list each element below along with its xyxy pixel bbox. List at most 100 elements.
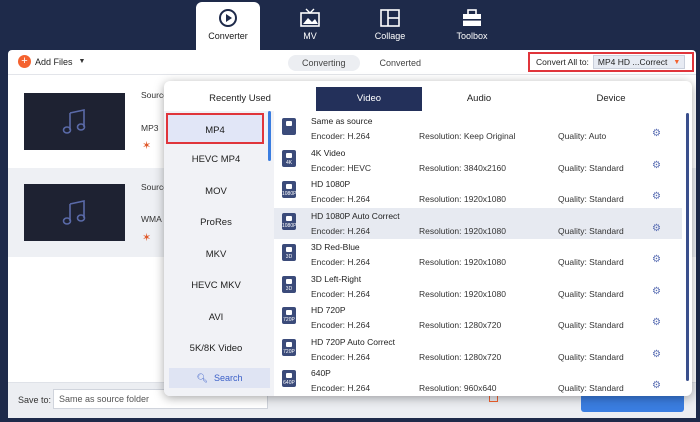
format-row[interactable]: Same as source Encoder: H.264 Resolution: … <box>274 113 682 144</box>
add-files-button[interactable]: + Add Files ▼ <box>18 55 85 68</box>
video-format-icon: 3D <box>282 275 296 293</box>
effects-icon[interactable]: ✶ <box>142 231 151 244</box>
mv-icon <box>300 8 320 27</box>
toolbox-icon <box>463 9 481 26</box>
format-encoder: Encoder: H.264 <box>311 257 371 267</box>
tab-device[interactable]: Device <box>536 87 686 111</box>
category-item[interactable]: HEVC MP4 <box>164 144 268 175</box>
save-to-label: Save to: <box>18 395 52 405</box>
tab-recently-used[interactable]: Recently Used <box>164 87 316 111</box>
nav-converter[interactable]: Converter <box>196 2 260 50</box>
gear-icon[interactable]: ⚙ <box>652 317 661 328</box>
format-row[interactable]: 3D 3D Red-Blue Encoder: H.264 Resolution: 1… <box>274 239 682 270</box>
effects-icon[interactable]: ✶ <box>142 139 151 152</box>
tab-video[interactable]: Video <box>316 87 422 111</box>
format-row[interactable]: 720P HD 720P Auto Correct Encoder: H.264 Re… <box>274 334 682 365</box>
convert-all-dropdown[interactable]: MP4 HD ...Correct ▼ <box>592 55 686 69</box>
collage-icon <box>380 9 400 27</box>
nav-toolbox[interactable]: Toolbox <box>440 2 504 48</box>
video-format-icon: 720P <box>282 338 296 356</box>
format-name: HD 720P <box>311 305 346 315</box>
gear-icon[interactable]: ⚙ <box>652 223 661 234</box>
video-format-icon: 640P <box>282 370 296 387</box>
gear-icon[interactable]: ⚙ <box>652 160 661 171</box>
convert-all-label: Convert All to: <box>536 57 589 67</box>
format-encoder: Encoder: H.264 <box>311 383 371 393</box>
nav-label: Collage <box>374 31 406 41</box>
format-panel: Recently Used Video Audio Device MP4 HEV… <box>164 81 692 396</box>
nav-collage[interactable]: Collage <box>358 2 422 48</box>
convert-all-value: MP4 HD ...Correct <box>597 57 668 67</box>
video-thumbnail <box>24 93 125 150</box>
format-quality: Quality: Standard <box>558 257 624 267</box>
format-name: 640P <box>311 368 331 378</box>
format-row[interactable]: 720P HD 720P Encoder: H.264 Resolution: 128… <box>274 302 682 333</box>
gear-icon[interactable]: ⚙ <box>652 380 661 391</box>
nav-label: Toolbox <box>456 31 488 41</box>
format-name: HD 1080P <box>311 179 351 189</box>
tab-audio[interactable]: Audio <box>422 87 536 111</box>
category-item[interactable]: 5K/8K Video <box>164 333 268 364</box>
format-name: 4K Video <box>311 147 346 158</box>
search-button[interactable]: 🔍︎ Search <box>169 368 270 388</box>
category-item[interactable]: MP4 <box>166 113 264 144</box>
format-resolution: Resolution: 1920x1080 <box>419 257 506 267</box>
gear-icon[interactable]: ⚙ <box>652 254 661 265</box>
music-note-icon <box>62 199 85 225</box>
category-item[interactable]: AVI <box>164 302 268 333</box>
gear-icon[interactable]: ⚙ <box>652 191 661 202</box>
format-resolution: Resolution: 1920x1080 <box>419 288 506 299</box>
tab-converted[interactable]: Converted <box>366 55 436 71</box>
gear-icon[interactable]: ⚙ <box>652 349 661 360</box>
plus-icon: + <box>18 55 31 68</box>
format-name: HD 1080P Auto Correct <box>311 210 400 221</box>
category-item[interactable]: MOV <box>164 176 268 207</box>
format-name: Same as source <box>311 116 373 126</box>
format-row[interactable]: 4K 4K Video Encoder: HEVC Resolution: 3840x… <box>274 145 682 176</box>
format-encoder: Encoder: H.264 <box>311 320 371 330</box>
format-quality: Quality: Standard <box>558 320 624 330</box>
status-tabs: Converting Converted <box>288 55 435 71</box>
format-encoder: Encoder: H.264 <box>311 288 371 299</box>
music-note-icon <box>62 108 85 134</box>
format-scrollbar[interactable] <box>686 113 689 381</box>
search-label: Search <box>213 373 243 383</box>
format-row[interactable]: 1080P HD 1080P Auto Correct Encoder: H.264… <box>274 207 682 239</box>
category-scrollbar[interactable] <box>268 111 271 161</box>
video-format-icon: 1080P <box>282 181 296 198</box>
format-row[interactable]: 1080P HD 1080P Encoder: H.264 Resolution: 1… <box>274 176 682 207</box>
caret-down-icon[interactable]: ▼ <box>79 58 86 65</box>
video-format-icon: 720P <box>282 307 296 324</box>
toolbar: + Add Files ▼ Converting Converted Conve… <box>8 50 696 75</box>
format-quality: Quality: Standard <box>558 194 624 204</box>
format-tabs: Recently Used Video Audio Device <box>164 87 692 111</box>
search-icon: 🔍︎ <box>196 373 208 383</box>
format-row[interactable]: 3D 3D Left-Right Encoder: H.264 Resolution:… <box>274 271 682 302</box>
format-name: 3D Left-Right <box>311 273 362 284</box>
format-quality: Quality: Standard <box>558 162 624 173</box>
format-quality: Quality: Standard <box>558 225 624 236</box>
nav-label: Converter <box>208 31 248 41</box>
nav-mv[interactable]: MV <box>278 2 342 48</box>
category-item[interactable]: ProRes <box>164 207 268 238</box>
format-encoder: Encoder: H.264 <box>311 194 371 204</box>
video-thumbnail <box>24 184 125 241</box>
category-item[interactable]: MKV <box>164 239 268 270</box>
format-resolution: Resolution: 3840x2160 <box>419 162 506 173</box>
tab-converting[interactable]: Converting <box>288 55 360 71</box>
video-format-icon: 1080P <box>282 212 296 230</box>
format-encoder: Encoder: H.264 <box>311 131 371 141</box>
gear-icon[interactable]: ⚙ <box>652 286 661 297</box>
gear-icon[interactable]: ⚙ <box>652 128 661 139</box>
format-quality: Quality: Standard <box>558 351 624 362</box>
format-encoder: Encoder: HEVC <box>311 162 371 173</box>
format-row[interactable]: 640P 640P Encoder: H.264 Resolution: 960x64… <box>274 365 682 396</box>
format-resolution: Resolution: 1280x720 <box>419 320 502 330</box>
format-resolution: Resolution: 1280x720 <box>419 351 502 362</box>
format-resolution: Resolution: 1920x1080 <box>419 225 506 236</box>
file-format: WMA <box>141 214 162 224</box>
top-navigation: Converter MV Collage Toolbox <box>0 0 700 50</box>
file-format: MP3 <box>141 123 159 133</box>
convert-all-to: Convert All to: MP4 HD ...Correct ▼ <box>528 52 694 72</box>
category-item[interactable]: HEVC MKV <box>164 270 268 301</box>
